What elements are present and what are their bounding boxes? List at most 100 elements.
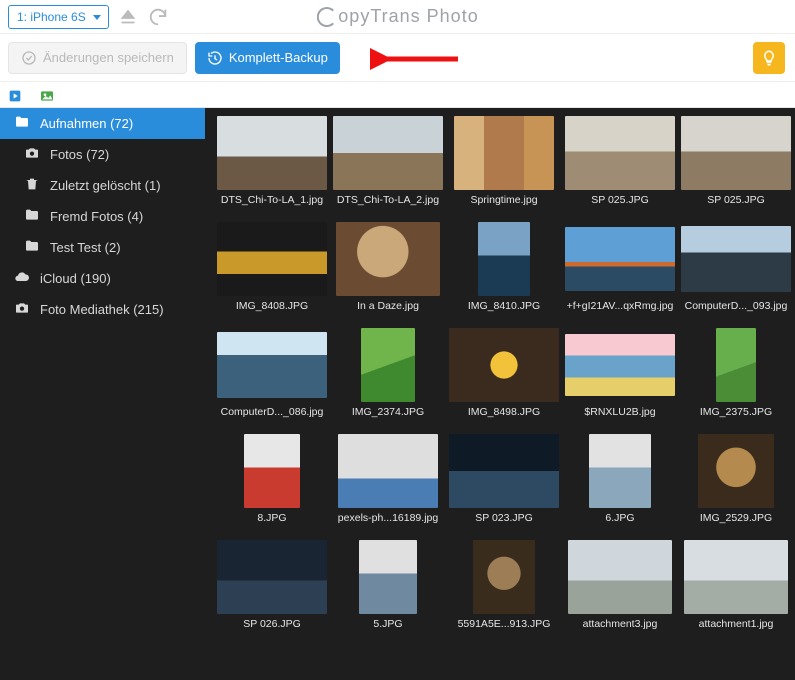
photo-caption: DTS_Chi-To-LA_2.jpg [337, 194, 439, 206]
photo-caption: pexels-ph...16189.jpg [338, 512, 438, 524]
folder-icon [14, 114, 30, 133]
sidebar-item-1[interactable]: Fotos (72) [0, 139, 205, 170]
photo-tile[interactable]: 5591A5E...913.JPG [449, 540, 559, 630]
sidebar-item-label: iCloud (190) [40, 271, 111, 286]
photo-caption: IMG_2529.JPG [700, 512, 772, 524]
tab-device-icon[interactable] [6, 89, 24, 107]
trash-icon [24, 176, 40, 195]
sidebar: Aufnahmen (72) Fotos (72)Zuletzt gelöscht… [0, 108, 205, 680]
photo-caption: attachment3.jpg [583, 618, 658, 630]
top-bar: 1: iPhone 6S opyTrans Photo [0, 0, 795, 34]
photo-caption: 8.JPG [257, 512, 286, 524]
photo-caption: SP 025.JPG [591, 194, 649, 206]
tab-images-icon[interactable] [38, 89, 56, 107]
photo-tile[interactable]: DTS_Chi-To-LA_1.jpg [217, 116, 327, 206]
photo-thumbnail [217, 222, 327, 296]
camera-icon [24, 145, 40, 164]
photo-caption: +f+gI21AV...qxRmg.jpg [567, 300, 674, 312]
photo-tile[interactable]: IMG_8498.JPG [449, 328, 559, 418]
sidebar-item-3[interactable]: Fremd Fotos (4) [0, 201, 205, 232]
photo-caption: $RNXLU2B.jpg [584, 406, 655, 418]
sidebar-item-label: Aufnahmen (72) [40, 116, 133, 131]
photo-tile[interactable]: DTS_Chi-To-LA_2.jpg [333, 116, 443, 206]
full-backup-button[interactable]: Komplett-Backup [195, 42, 340, 74]
photo-grid-scroll[interactable]: DTS_Chi-To-LA_1.jpg DTS_Chi-To-LA_2.jpg Sp… [205, 108, 795, 680]
photo-thumbnail [449, 222, 559, 296]
save-changes-label: Änderungen speichern [43, 50, 174, 65]
photo-tile[interactable]: SP 025.JPG [681, 116, 791, 206]
sidebar-item-label: Fremd Fotos (4) [50, 209, 143, 224]
photo-thumbnail [217, 328, 327, 402]
photo-tile[interactable]: IMG_8408.JPG [217, 222, 327, 312]
photo-caption: IMG_2374.JPG [352, 406, 424, 418]
photo-tile[interactable]: pexels-ph...16189.jpg [333, 434, 443, 524]
eject-icon[interactable] [117, 6, 139, 28]
full-backup-label: Komplett-Backup [229, 50, 328, 65]
sidebar-item-2[interactable]: Zuletzt gelöscht (1) [0, 170, 205, 201]
photo-thumbnail [681, 540, 791, 614]
photo-tile[interactable]: 8.JPG [217, 434, 327, 524]
photo-tile[interactable]: IMG_2375.JPG [681, 328, 791, 418]
sidebar-item-6[interactable]: Foto Mediathek (215) [0, 294, 205, 325]
photo-caption: DTS_Chi-To-LA_1.jpg [221, 194, 323, 206]
refresh-icon[interactable] [147, 6, 169, 28]
photo-tile[interactable]: attachment3.jpg [565, 540, 675, 630]
photo-tile[interactable]: Springtime.jpg [449, 116, 559, 206]
save-changes-button[interactable]: Änderungen speichern [8, 42, 187, 74]
photo-thumbnail [681, 328, 791, 402]
photo-tile[interactable]: IMG_2374.JPG [333, 328, 443, 418]
folder-icon [24, 238, 40, 257]
photo-tile[interactable]: ComputerD..._093.jpg [681, 222, 791, 312]
sidebar-item-0[interactable]: Aufnahmen (72) [0, 108, 205, 139]
device-dropdown-label: 1: iPhone 6S [17, 10, 86, 24]
photo-thumbnail [333, 434, 443, 508]
photo-caption: Springtime.jpg [470, 194, 537, 206]
device-dropdown[interactable]: 1: iPhone 6S [8, 5, 109, 29]
camera-icon [14, 300, 30, 319]
photo-tile[interactable]: 6.JPG [565, 434, 675, 524]
photo-caption: SP 025.JPG [707, 194, 765, 206]
app-title-text: opyTrans Photo [338, 6, 478, 27]
app-title: opyTrans Photo [316, 6, 478, 27]
photo-tile[interactable]: attachment1.jpg [681, 540, 791, 630]
photo-caption: ComputerD..._086.jpg [221, 406, 324, 418]
photo-caption: 5.JPG [373, 618, 402, 630]
photo-thumbnail [449, 540, 559, 614]
photo-thumbnail [565, 434, 675, 508]
photo-caption: IMG_2375.JPG [700, 406, 772, 418]
photo-tile[interactable]: $RNXLU2B.jpg [565, 328, 675, 418]
photo-caption: attachment1.jpg [699, 618, 774, 630]
photo-thumbnail [681, 222, 791, 296]
photo-thumbnail [565, 116, 675, 190]
photo-caption: 6.JPG [605, 512, 634, 524]
annotation-arrow-icon [370, 48, 460, 70]
photo-thumbnail [565, 540, 675, 614]
photo-tile[interactable]: IMG_2529.JPG [681, 434, 791, 524]
photo-tile[interactable]: SP 025.JPG [565, 116, 675, 206]
photo-caption: IMG_8410.JPG [468, 300, 540, 312]
photo-tile[interactable]: IMG_8410.JPG [449, 222, 559, 312]
photo-thumbnail [565, 328, 675, 402]
photo-thumbnail [333, 222, 443, 296]
photo-thumbnail [217, 434, 327, 508]
photo-thumbnail [565, 222, 675, 296]
photo-tile[interactable]: SP 026.JPG [217, 540, 327, 630]
photo-tile[interactable]: ComputerD..._086.jpg [217, 328, 327, 418]
folder-icon [24, 207, 40, 226]
check-circle-icon [21, 50, 37, 66]
photo-thumbnail [449, 328, 559, 402]
sidebar-item-4[interactable]: Test Test (2) [0, 232, 205, 263]
photo-thumbnail [333, 328, 443, 402]
action-bar: Änderungen speichern Komplett-Backup [0, 34, 795, 82]
tips-button[interactable] [753, 42, 785, 74]
photo-tile[interactable]: 5.JPG [333, 540, 443, 630]
sidebar-item-5[interactable]: iCloud (190) [0, 263, 205, 294]
lightbulb-icon [760, 49, 778, 67]
photo-thumbnail [681, 434, 791, 508]
photo-tile[interactable]: SP 023.JPG [449, 434, 559, 524]
photo-thumbnail [217, 116, 327, 190]
photo-thumbnail [333, 116, 443, 190]
photo-tile[interactable]: In a Daze.jpg [333, 222, 443, 312]
photo-thumbnail [217, 540, 327, 614]
photo-tile[interactable]: +f+gI21AV...qxRmg.jpg [565, 222, 675, 312]
